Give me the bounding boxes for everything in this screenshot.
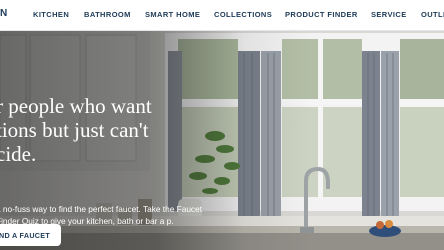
- find-a-faucet-button[interactable]: ND A FAUCET: [0, 224, 61, 246]
- hero-banner: r people who want tions but just can't c…: [0, 31, 444, 250]
- nav-item-kitchen[interactable]: KITCHEN: [33, 10, 69, 19]
- top-navigation: N KITCHEN BATHROOM SMART HOME COLLECTION…: [0, 0, 444, 31]
- nav-item-smart-home[interactable]: SMART HOME: [145, 10, 200, 19]
- nav-item-service[interactable]: SERVICE: [371, 10, 407, 19]
- hero-headline: r people who want tions but just can't c…: [0, 94, 152, 166]
- nav-item-bathroom[interactable]: BATHROOM: [84, 10, 131, 19]
- nav-item-collections[interactable]: COLLECTIONS: [214, 10, 272, 19]
- brand-logo[interactable]: N: [0, 8, 8, 19]
- nav-item-product-finder[interactable]: PRODUCT FINDER: [285, 10, 358, 19]
- nav-item-outlet[interactable]: OUTLE: [421, 10, 444, 19]
